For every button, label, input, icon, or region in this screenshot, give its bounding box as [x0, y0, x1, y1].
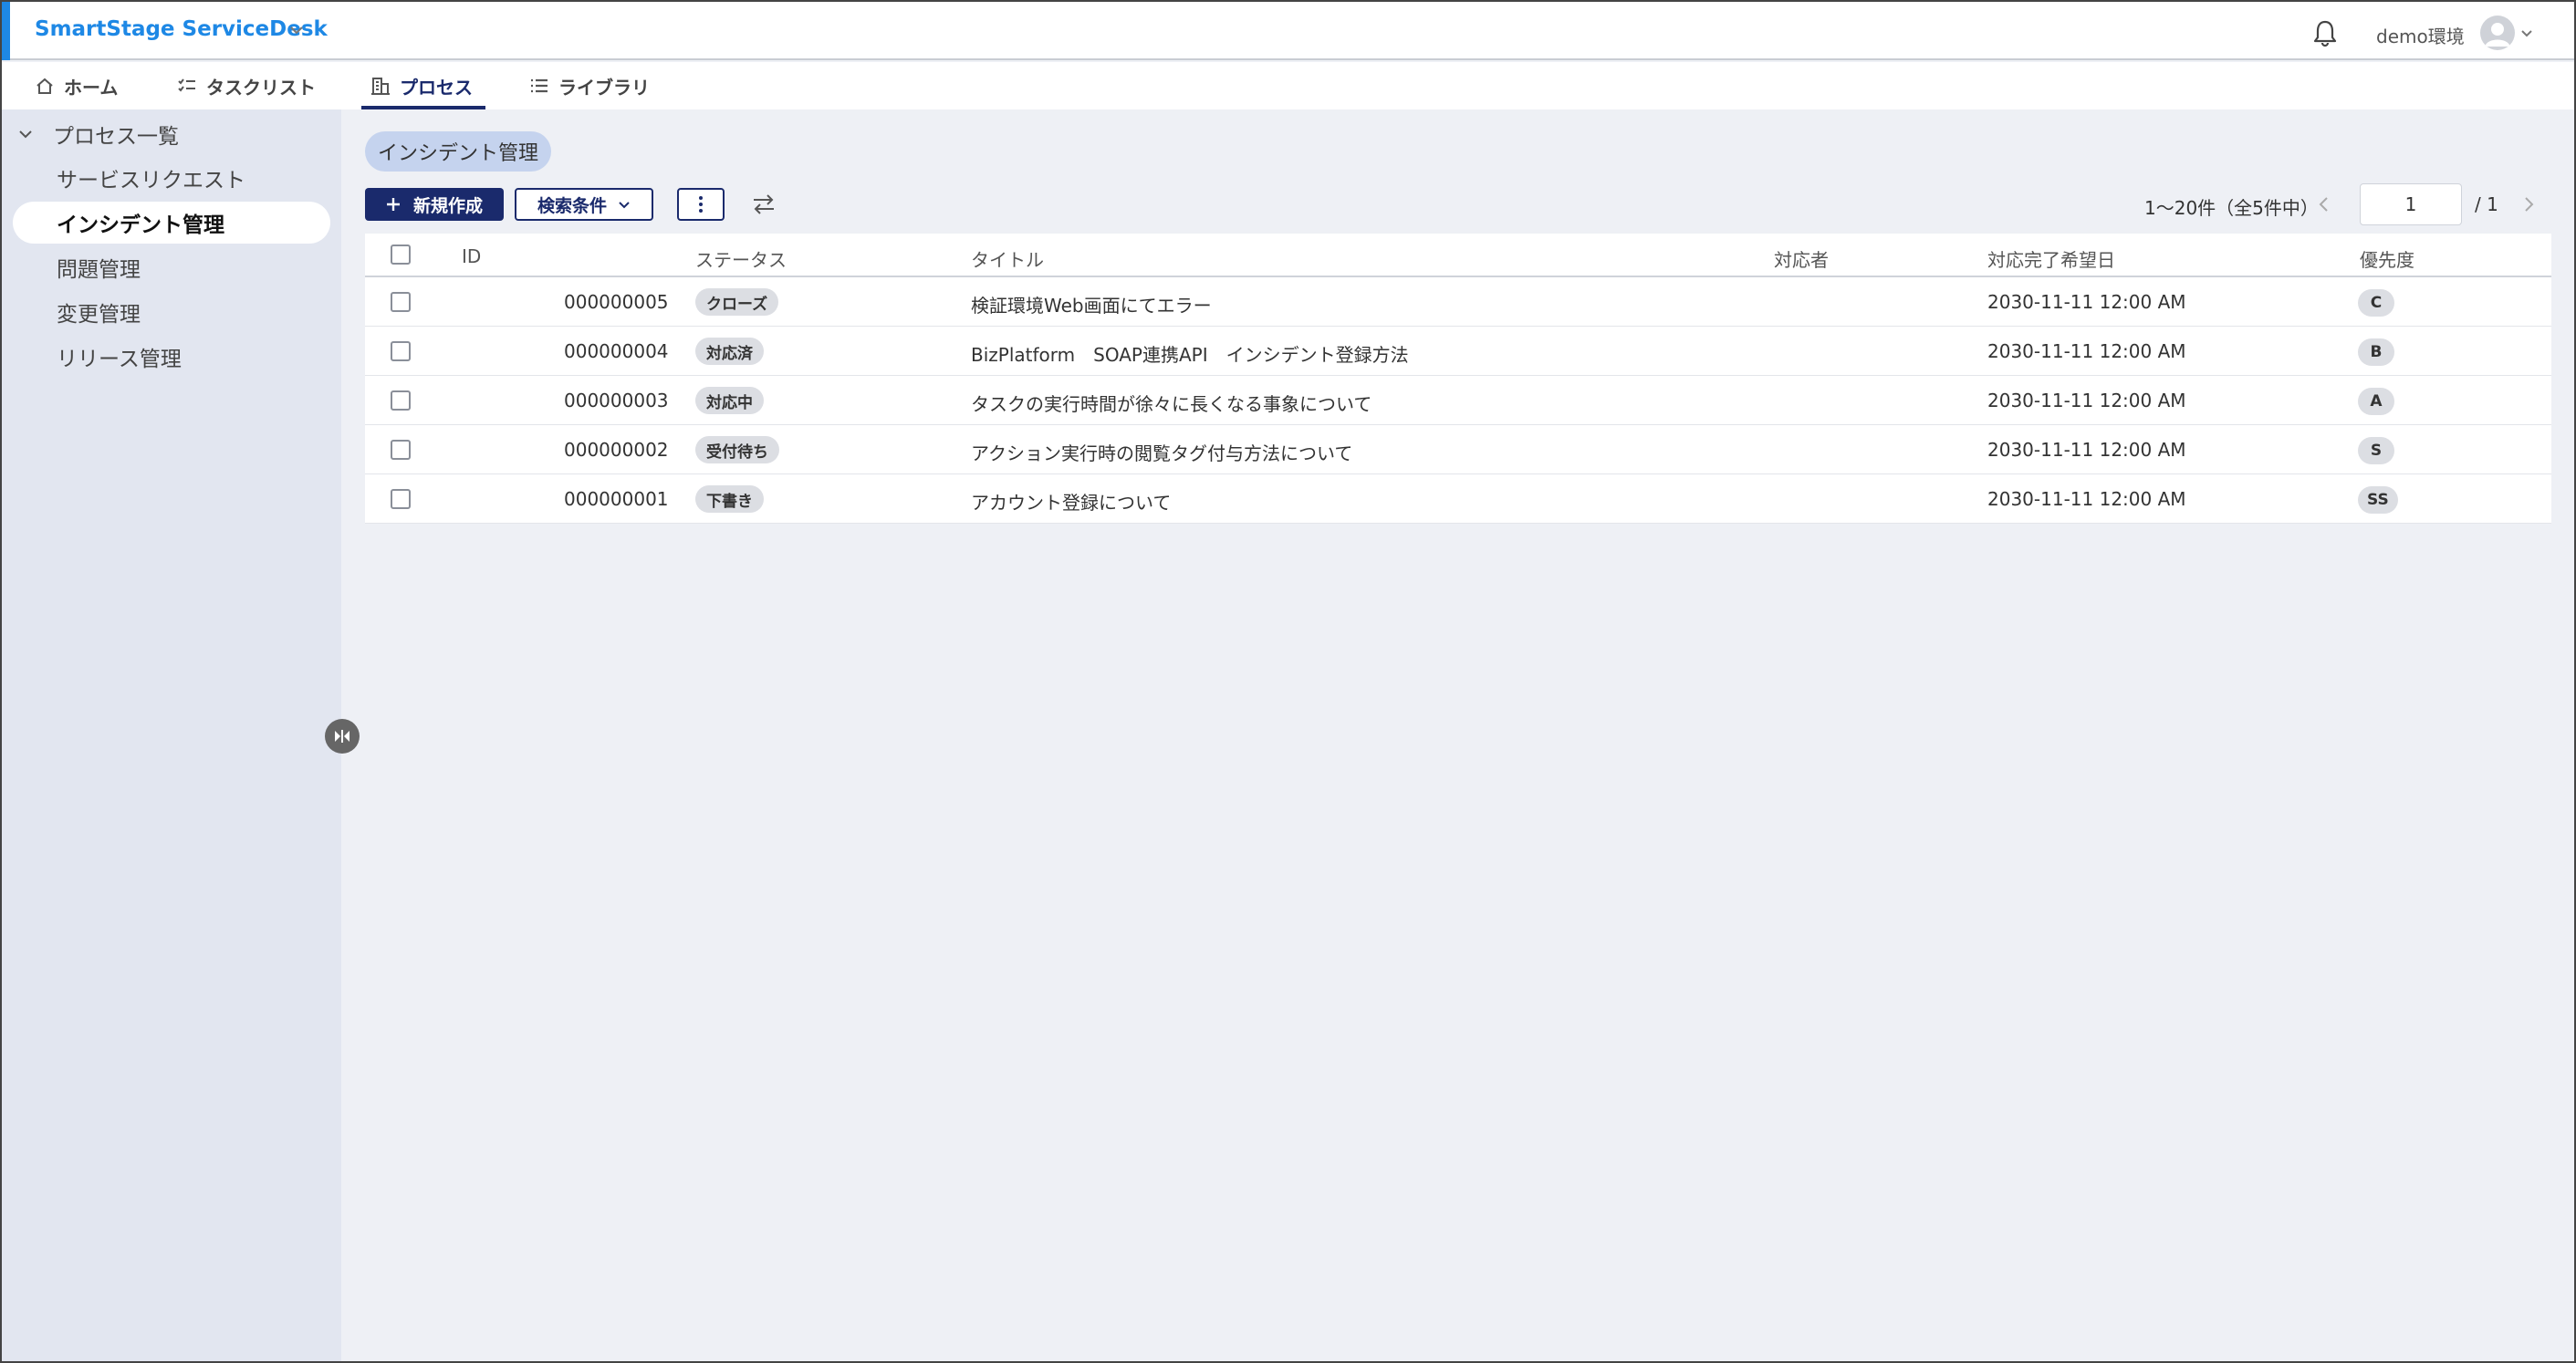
row-title[interactable]: アカウント登録について — [971, 488, 1171, 515]
process-sidebar: プロセス一覧 サービスリクエスト インシデント管理 問題管理 変更管理 リリース… — [0, 109, 341, 1363]
chevron-right-icon[interactable] — [2519, 193, 2539, 215]
sidebar-item-service-request[interactable]: サービスリクエスト — [13, 157, 330, 199]
row-checkbox[interactable] — [391, 341, 411, 361]
more-vertical-icon — [699, 196, 703, 213]
sidebar-item-incident[interactable]: インシデント管理 — [13, 202, 330, 244]
page-number-input[interactable] — [2360, 183, 2462, 225]
row-id: 000000004 — [564, 340, 669, 362]
tab-label: ホーム — [64, 76, 119, 99]
environment-label: demo環境 — [2376, 26, 2465, 47]
chevron-left-icon[interactable] — [2314, 193, 2334, 215]
plus-icon — [386, 198, 400, 211]
list-icon — [531, 78, 548, 93]
row-title[interactable]: タスクの実行時間が徐々に長くなる事象について — [971, 390, 1371, 416]
table-row[interactable]: 000000001 下書き アカウント登録について 2030-11-11 12:… — [365, 474, 2551, 524]
column-header-assignee[interactable]: 対応者 — [1774, 245, 1829, 272]
tab-process[interactable]: プロセス — [361, 62, 485, 109]
home-icon — [37, 78, 53, 94]
row-due: 2030-11-11 12:00 AM — [1987, 340, 2186, 362]
row-due: 2030-11-11 12:00 AM — [1987, 439, 2186, 461]
column-header-priority[interactable]: 優先度 — [2360, 245, 2414, 272]
more-actions-button[interactable] — [677, 188, 725, 221]
row-checkbox[interactable] — [391, 292, 411, 312]
new-button[interactable]: 新規作成 — [365, 188, 504, 221]
swap-icon[interactable] — [750, 191, 777, 218]
row-title[interactable]: BizPlatform SOAP連携API インシデント登録方法 — [971, 340, 1409, 367]
table-row[interactable]: 000000004 対応済 BizPlatform SOAP連携API インシデ… — [365, 327, 2551, 376]
column-header-title[interactable]: タイトル — [971, 245, 1044, 272]
row-checkbox[interactable] — [391, 489, 411, 509]
row-due: 2030-11-11 12:00 AM — [1987, 488, 2186, 510]
new-button-label: 新規作成 — [412, 195, 483, 216]
user-icon — [2485, 23, 2510, 47]
tab-library[interactable]: ライブラリ — [529, 62, 650, 109]
chevron-down-icon — [619, 202, 630, 209]
row-id: 000000002 — [564, 439, 669, 461]
row-checkbox[interactable] — [391, 440, 411, 460]
row-due: 2030-11-11 12:00 AM — [1987, 291, 2186, 313]
main-nav-tabs: ホーム タスクリスト プロセス ライブラリ — [0, 62, 2576, 109]
priority-badge: SS — [2358, 486, 2398, 514]
row-id: 000000001 — [564, 488, 669, 510]
row-checkbox[interactable] — [391, 390, 411, 411]
search-conditions-label: 検索条件 — [537, 195, 607, 216]
sidebar-group-process-list[interactable]: プロセス一覧 — [16, 119, 179, 150]
column-header-due[interactable]: 対応完了希望日 — [1987, 245, 2115, 272]
priority-badge: S — [2358, 437, 2394, 464]
sidebar-item-change[interactable]: 変更管理 — [13, 291, 330, 333]
column-header-status[interactable]: ステータス — [695, 245, 787, 272]
status-badge: クローズ — [695, 288, 779, 316]
chevron-down-icon[interactable] — [2520, 26, 2533, 39]
chevron-down-icon[interactable] — [288, 22, 305, 38]
status-badge: 下書き — [695, 485, 764, 513]
priority-badge: B — [2358, 338, 2394, 366]
sidebar-collapse-button[interactable] — [325, 719, 360, 754]
app-title[interactable]: SmartStage ServiceDesk — [35, 17, 328, 41]
header-accent-bar — [0, 0, 10, 60]
tab-label: ライブラリ — [558, 76, 650, 99]
status-badge: 対応済 — [695, 338, 764, 365]
search-conditions-button[interactable]: 検索条件 — [515, 188, 653, 221]
tab-label: プロセス — [400, 76, 473, 99]
priority-badge: A — [2358, 388, 2394, 415]
incident-table: ID ステータス タイトル 対応者 対応完了希望日 優先度 000000005 … — [365, 234, 2551, 524]
sidebar-item-problem[interactable]: 問題管理 — [13, 246, 330, 288]
select-all-checkbox[interactable] — [391, 245, 411, 265]
sidebar-group-label: プロセス一覧 — [53, 125, 179, 149]
tab-label: タスクリスト — [206, 76, 316, 99]
table-row[interactable]: 000000002 受付待ち アクション実行時の閲覧タグ付与方法について 203… — [365, 425, 2551, 474]
building-icon — [371, 78, 390, 95]
bell-icon[interactable] — [2310, 18, 2340, 47]
tab-tasklist[interactable]: タスクリスト — [177, 62, 316, 109]
checklist-icon — [178, 78, 195, 92]
column-header-id[interactable]: ID — [462, 245, 481, 267]
breadcrumb: インシデント管理 — [365, 131, 552, 172]
row-title[interactable]: 検証環境Web画面にてエラー — [971, 291, 1212, 317]
row-id: 000000003 — [564, 390, 669, 411]
status-badge: 対応中 — [695, 387, 764, 414]
row-title[interactable]: アクション実行時の閲覧タグ付与方法について — [971, 439, 1352, 465]
table-header: ID ステータス タイトル 対応者 対応完了希望日 優先度 — [365, 234, 2551, 277]
sidebar-item-release[interactable]: リリース管理 — [13, 336, 330, 378]
app-header: SmartStage ServiceDesk demo環境 — [0, 0, 2576, 60]
collapse-icon — [335, 730, 349, 743]
row-due: 2030-11-11 12:00 AM — [1987, 390, 2186, 411]
chevron-down-icon — [19, 130, 32, 139]
table-row[interactable]: 000000003 対応中 タスクの実行時間が徐々に長くなる事象について 203… — [365, 376, 2551, 425]
page-total: / 1 — [2475, 193, 2498, 215]
table-row[interactable]: 000000005 クローズ 検証環境Web画面にてエラー 2030-11-11… — [365, 277, 2551, 327]
status-badge: 受付待ち — [695, 436, 779, 463]
tab-home[interactable]: ホーム — [35, 62, 118, 109]
row-id: 000000005 — [564, 291, 669, 313]
avatar[interactable] — [2480, 16, 2515, 50]
pager-info: 1〜20件（全5件中） — [2144, 197, 2319, 219]
priority-badge: C — [2358, 289, 2394, 317]
